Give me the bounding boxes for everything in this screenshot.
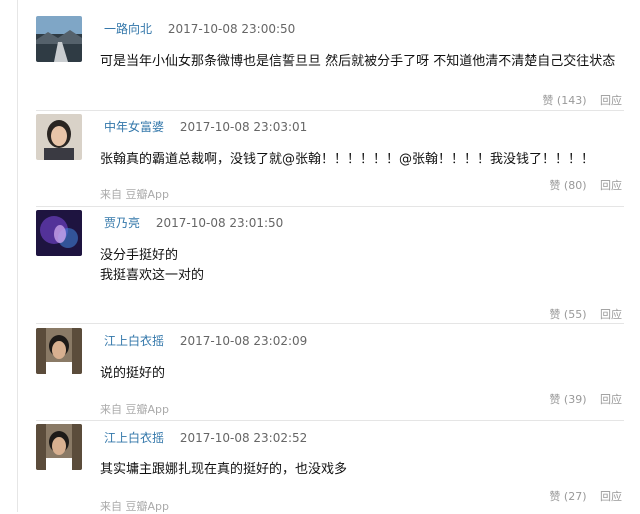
comment-actions: 赞 (27) 回应 [539,488,622,504]
person-avatar[interactable] [36,114,82,160]
left-border [17,0,18,512]
comment-actions: 赞 (143) 回应 [532,92,622,108]
reply-button[interactable]: 回应 [600,490,622,503]
comment-text: 没分手挺好的 我挺喜欢这一对的 [100,248,205,283]
username-link[interactable]: 一路向北 [104,22,152,36]
like-button[interactable]: 赞 (39) [549,393,586,406]
divider [36,420,624,421]
man-avatar[interactable] [36,424,82,470]
concert-avatar[interactable] [36,210,82,256]
comment-time: 2017-10-08 23:02:09 [179,334,308,348]
landscape-avatar[interactable] [36,16,82,62]
username-link[interactable]: 江上白衣摇 [104,334,164,348]
divider [36,323,624,324]
comment-text: 张翰真的霸道总裁啊，没钱了就@张翰！！！！！！@张翰！！！！我没钱了！！！！ [100,152,595,167]
username-link[interactable]: 中年女富婆 [104,120,164,134]
reply-button[interactable]: 回应 [600,94,622,107]
username-link[interactable]: 贾乃亮 [104,216,140,230]
comment-meta: 贾乃亮 2017-10-08 23:01:50 [104,214,283,231]
comment-time: 2017-10-08 23:01:50 [155,216,284,230]
comment-actions: 赞 (80) 回应 [539,177,622,193]
like-button[interactable]: 赞 (55) [549,308,586,321]
comment-time: 2017-10-08 23:02:52 [179,431,308,445]
reply-button[interactable]: 回应 [600,308,622,321]
comment-meta: 江上白衣摇 2017-10-08 23:02:09 [104,332,307,349]
comment-meta: 一路向北 2017-10-08 23:00:50 [104,20,295,37]
comment-meta: 江上白衣摇 2017-10-08 23:02:52 [104,429,307,446]
divider [36,110,624,111]
username-link[interactable]: 江上白衣摇 [104,431,164,445]
divider [36,206,624,207]
comment-source: 来自 豆瓣App [100,403,169,416]
like-button[interactable]: 赞 (27) [549,490,586,503]
comment-text: 可是当年小仙女那条微博也是信誓旦旦 然后就被分手了呀 不知道他清不清楚自己交往状… [100,54,616,69]
comment-actions: 赞 (39) 回应 [539,391,622,407]
comment-text: 说的挺好的 [100,366,166,381]
comment-source: 来自 豆瓣App [100,188,169,201]
like-button[interactable]: 赞 (80) [549,179,586,192]
like-button[interactable]: 赞 (143) [542,94,586,107]
comment-text: 其实墉主跟娜扎现在真的挺好的，也没戏多 [100,462,348,477]
comment-meta: 中年女富婆 2017-10-08 23:03:01 [104,118,307,135]
reply-button[interactable]: 回应 [600,179,622,192]
comment-actions: 赞 (55) 回应 [539,306,622,322]
man-avatar[interactable] [36,328,82,374]
comment-time: 2017-10-08 23:03:01 [179,120,308,134]
comment-time: 2017-10-08 23:00:50 [167,22,296,36]
reply-button[interactable]: 回应 [600,393,622,406]
